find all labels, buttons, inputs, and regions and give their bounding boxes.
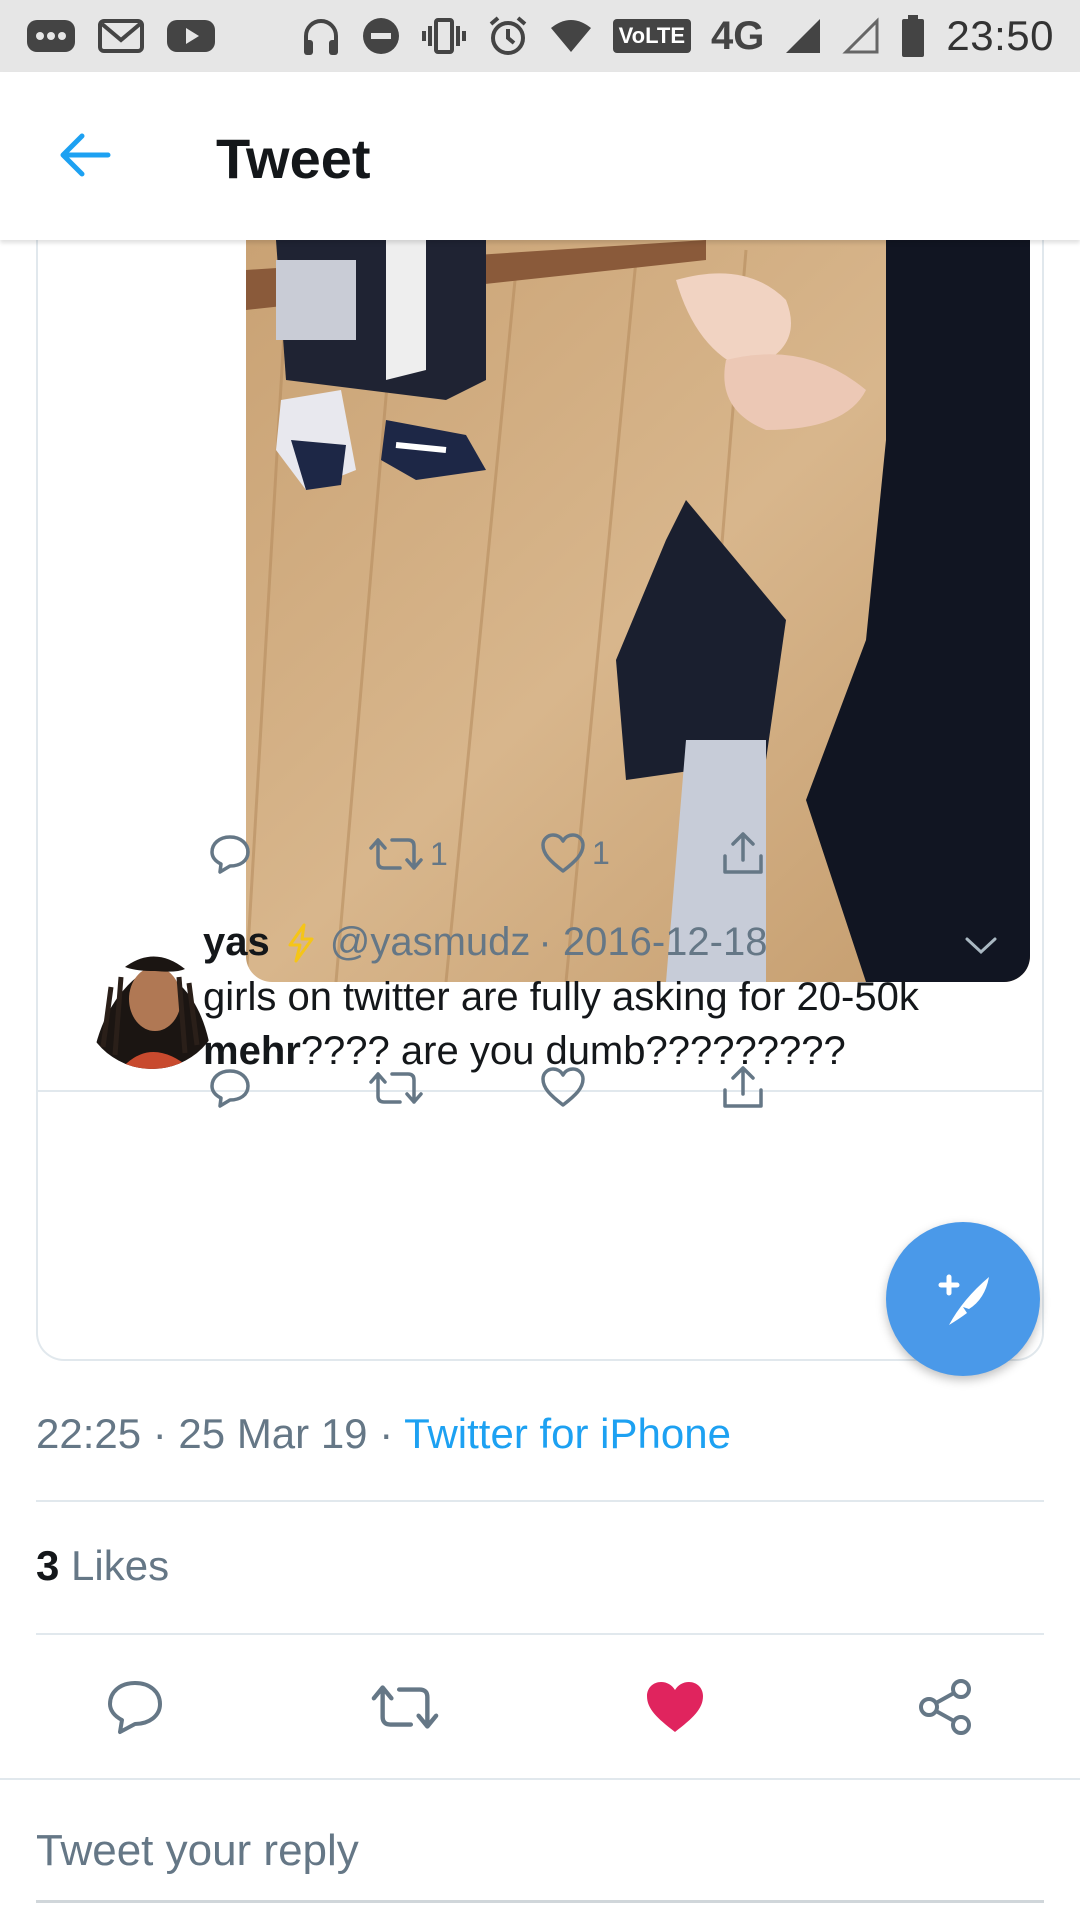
vibrate-icon (421, 16, 467, 56)
wifi-icon (549, 18, 593, 54)
like-button[interactable] (640, 1672, 710, 1742)
tweet-date: · 2016-12-18 (538, 920, 768, 964)
heart-outline-icon (541, 1067, 585, 1107)
author-handle[interactable]: @yasmudz (330, 920, 531, 965)
tweet-text-line: mehr???? are you dumb????????? (203, 1024, 1003, 1078)
likes-label: Likes (71, 1542, 170, 1589)
quoted-tweet-card[interactable]: 1 1 yas @yasmudz · 2016-12-18 girls on t… (36, 200, 1044, 1361)
reply-action[interactable] (208, 1066, 252, 1110)
tweet-source-link[interactable]: Twitter for iPhone (404, 1410, 731, 1457)
retweet-icon (371, 1685, 439, 1729)
reply-tweet-text: girls on twitter are fully asking for 20… (203, 970, 1003, 1078)
back-button[interactable] (54, 124, 116, 186)
retweet-button[interactable] (370, 1672, 440, 1742)
clock: 23:50 (946, 12, 1054, 59)
share-upload-icon (723, 832, 763, 874)
app-header: Tweet (0, 72, 1080, 240)
likes-count: 3 (36, 1542, 60, 1589)
divider (36, 1500, 1044, 1502)
signal-icon (784, 17, 822, 55)
share-upload-icon (723, 1066, 763, 1108)
signal-empty-icon (842, 17, 880, 55)
reply-input-underline (36, 1900, 1044, 1903)
dnd-icon (361, 16, 401, 56)
youtube-icon (166, 18, 216, 54)
share-action[interactable] (720, 1064, 766, 1110)
status-bar: VoLTE 4G 23:50 (0, 0, 1080, 72)
reply-tweet-header: yas @yasmudz · 2016-12-18 (203, 920, 767, 965)
heart-filled-icon (647, 1682, 703, 1732)
headphones-icon (301, 14, 341, 58)
share-icon (919, 1679, 971, 1735)
battery-icon (900, 14, 926, 58)
reply-icon (108, 1681, 162, 1734)
tweet-meta: 22:25 · 25 Mar 19 · Twitter for iPhone (36, 1410, 731, 1458)
compose-tweet-button[interactable] (886, 1222, 1040, 1376)
like-count: 1 (592, 834, 610, 871)
alarm-icon (487, 15, 529, 57)
retweet-action[interactable] (368, 1066, 424, 1110)
tweet-date: · 25 Mar 19 · (152, 1410, 394, 1457)
chevron-down-icon (965, 937, 997, 955)
gmail-icon (98, 18, 144, 54)
retweet-icon (369, 1072, 423, 1104)
reply-input[interactable]: Tweet your reply (36, 1826, 359, 1876)
reply-icon (210, 1069, 250, 1108)
tweet-actions-bar (0, 1672, 1080, 1742)
like-action[interactable] (540, 1066, 586, 1108)
arrow-left-icon (60, 133, 111, 177)
tweet-menu-button[interactable] (964, 936, 998, 961)
tweet-text-line: girls on twitter are fully asking for 20… (203, 975, 919, 1019)
page-title: Tweet (216, 127, 371, 190)
reply-icon (210, 835, 250, 874)
network-type: 4G (711, 13, 765, 58)
divider (36, 1633, 1044, 1635)
tweet-time: 22:25 (36, 1410, 142, 1457)
volte-badge: VoLTE (612, 19, 692, 53)
author-name[interactable]: yas (203, 920, 270, 965)
share-button[interactable] (910, 1672, 980, 1742)
retweet-icon (369, 838, 423, 870)
retweet-count: 1 (430, 835, 448, 872)
reply-action[interactable] (208, 832, 252, 876)
reply-button[interactable] (100, 1672, 170, 1742)
share-action[interactable] (720, 830, 766, 876)
like-action[interactable]: 1 (540, 832, 610, 874)
likes-stat[interactable]: 3 Likes (36, 1542, 169, 1590)
heart-outline-icon (541, 833, 585, 873)
divider (0, 1778, 1080, 1780)
lightning-icon (284, 923, 318, 963)
retweet-action[interactable]: 1 (368, 832, 448, 876)
more-dots-icon (26, 16, 76, 56)
avatar[interactable] (81, 927, 223, 1069)
compose-feather-icon (938, 1274, 989, 1325)
tweet-media-image[interactable] (246, 240, 1030, 982)
